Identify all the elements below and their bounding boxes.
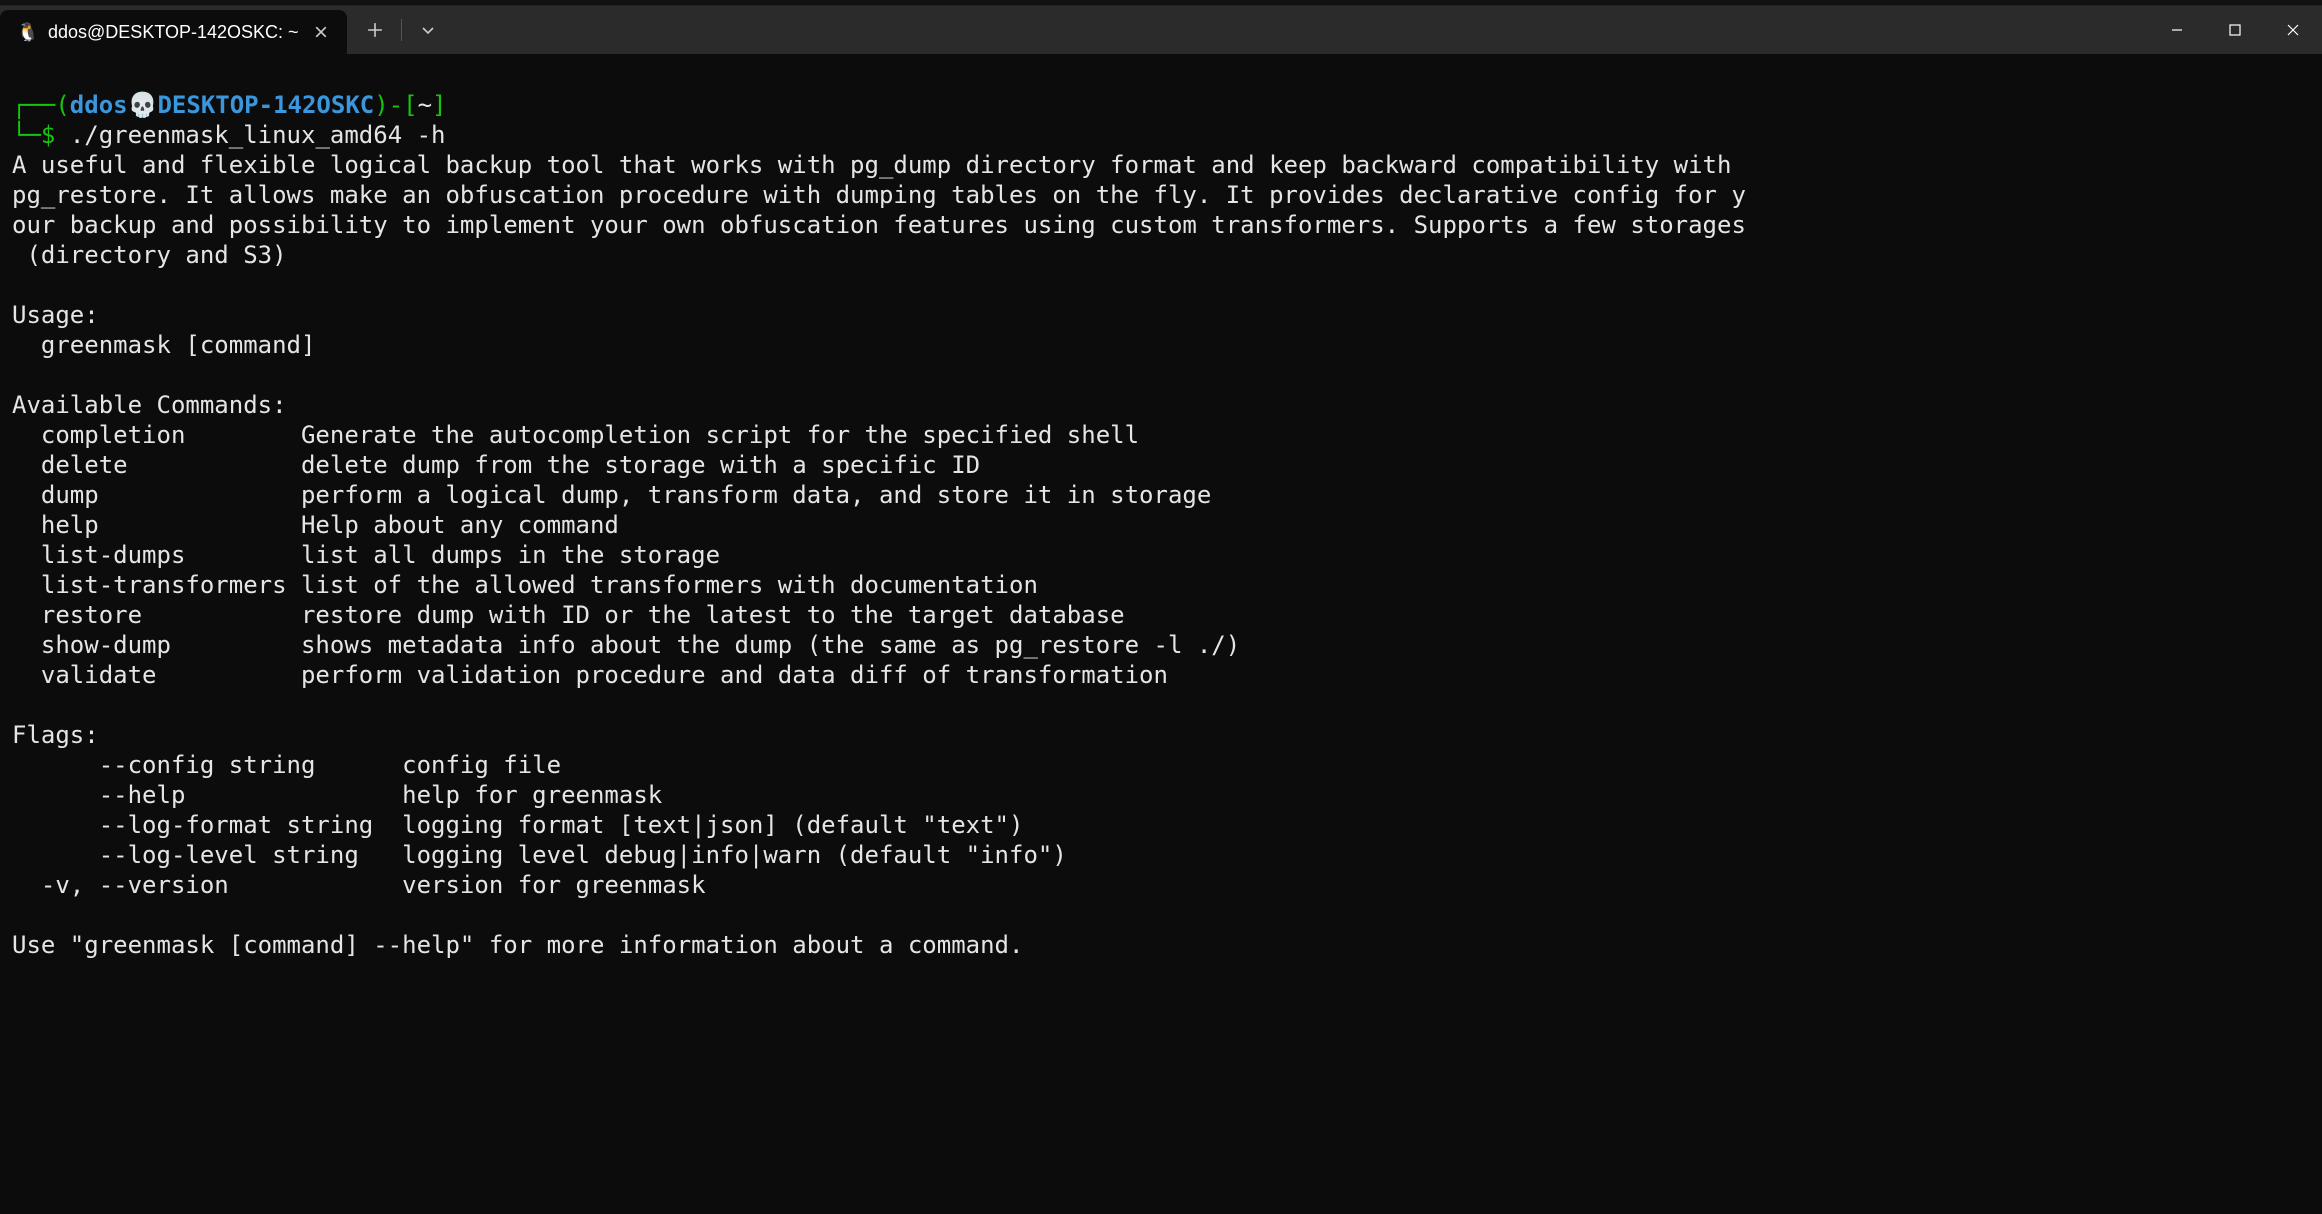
usage-line: greenmask [command] bbox=[12, 331, 315, 359]
prompt-dollar: $ bbox=[41, 121, 55, 149]
tab-dropdown-button[interactable] bbox=[408, 10, 448, 50]
tab-separator bbox=[401, 19, 402, 41]
new-tab-button[interactable] bbox=[355, 10, 395, 50]
tux-icon: 🐧 bbox=[18, 22, 38, 42]
command-text: ./greenmask_linux_amd64 -h bbox=[70, 121, 446, 149]
maximize-button[interactable] bbox=[2206, 6, 2264, 54]
terminal-output[interactable]: ┌──(ddos💀DESKTOP-142OSKC)-[~] └─$ ./gree… bbox=[0, 54, 2322, 972]
minimize-button[interactable] bbox=[2148, 6, 2206, 54]
close-tab-button[interactable] bbox=[309, 20, 333, 44]
flags-header: Flags: bbox=[12, 721, 99, 749]
prompt-path: ~ bbox=[418, 91, 432, 119]
prompt-host: DESKTOP-142OSKC bbox=[157, 91, 374, 119]
tab-actions bbox=[355, 6, 448, 54]
tab-title: ddos@DESKTOP-142OSKC: ~ bbox=[48, 22, 299, 43]
commands-list: completion Generate the autocompletion s… bbox=[12, 421, 1240, 689]
window-controls bbox=[2148, 6, 2322, 54]
usage-header: Usage: bbox=[12, 301, 99, 329]
skull-icon: 💀 bbox=[128, 91, 158, 119]
help-footer: Use "greenmask [command] --help" for mor… bbox=[12, 931, 1023, 959]
help-description: A useful and flexible logical backup too… bbox=[12, 151, 1746, 269]
title-bar: 🐧 ddos@DESKTOP-142OSKC: ~ bbox=[0, 6, 2322, 54]
window-close-button[interactable] bbox=[2264, 6, 2322, 54]
prompt-user: ddos bbox=[70, 91, 128, 119]
flags-list: --config string config file --help help … bbox=[12, 751, 1067, 899]
commands-header: Available Commands: bbox=[12, 391, 287, 419]
terminal-tab[interactable]: 🐧 ddos@DESKTOP-142OSKC: ~ bbox=[0, 10, 347, 54]
